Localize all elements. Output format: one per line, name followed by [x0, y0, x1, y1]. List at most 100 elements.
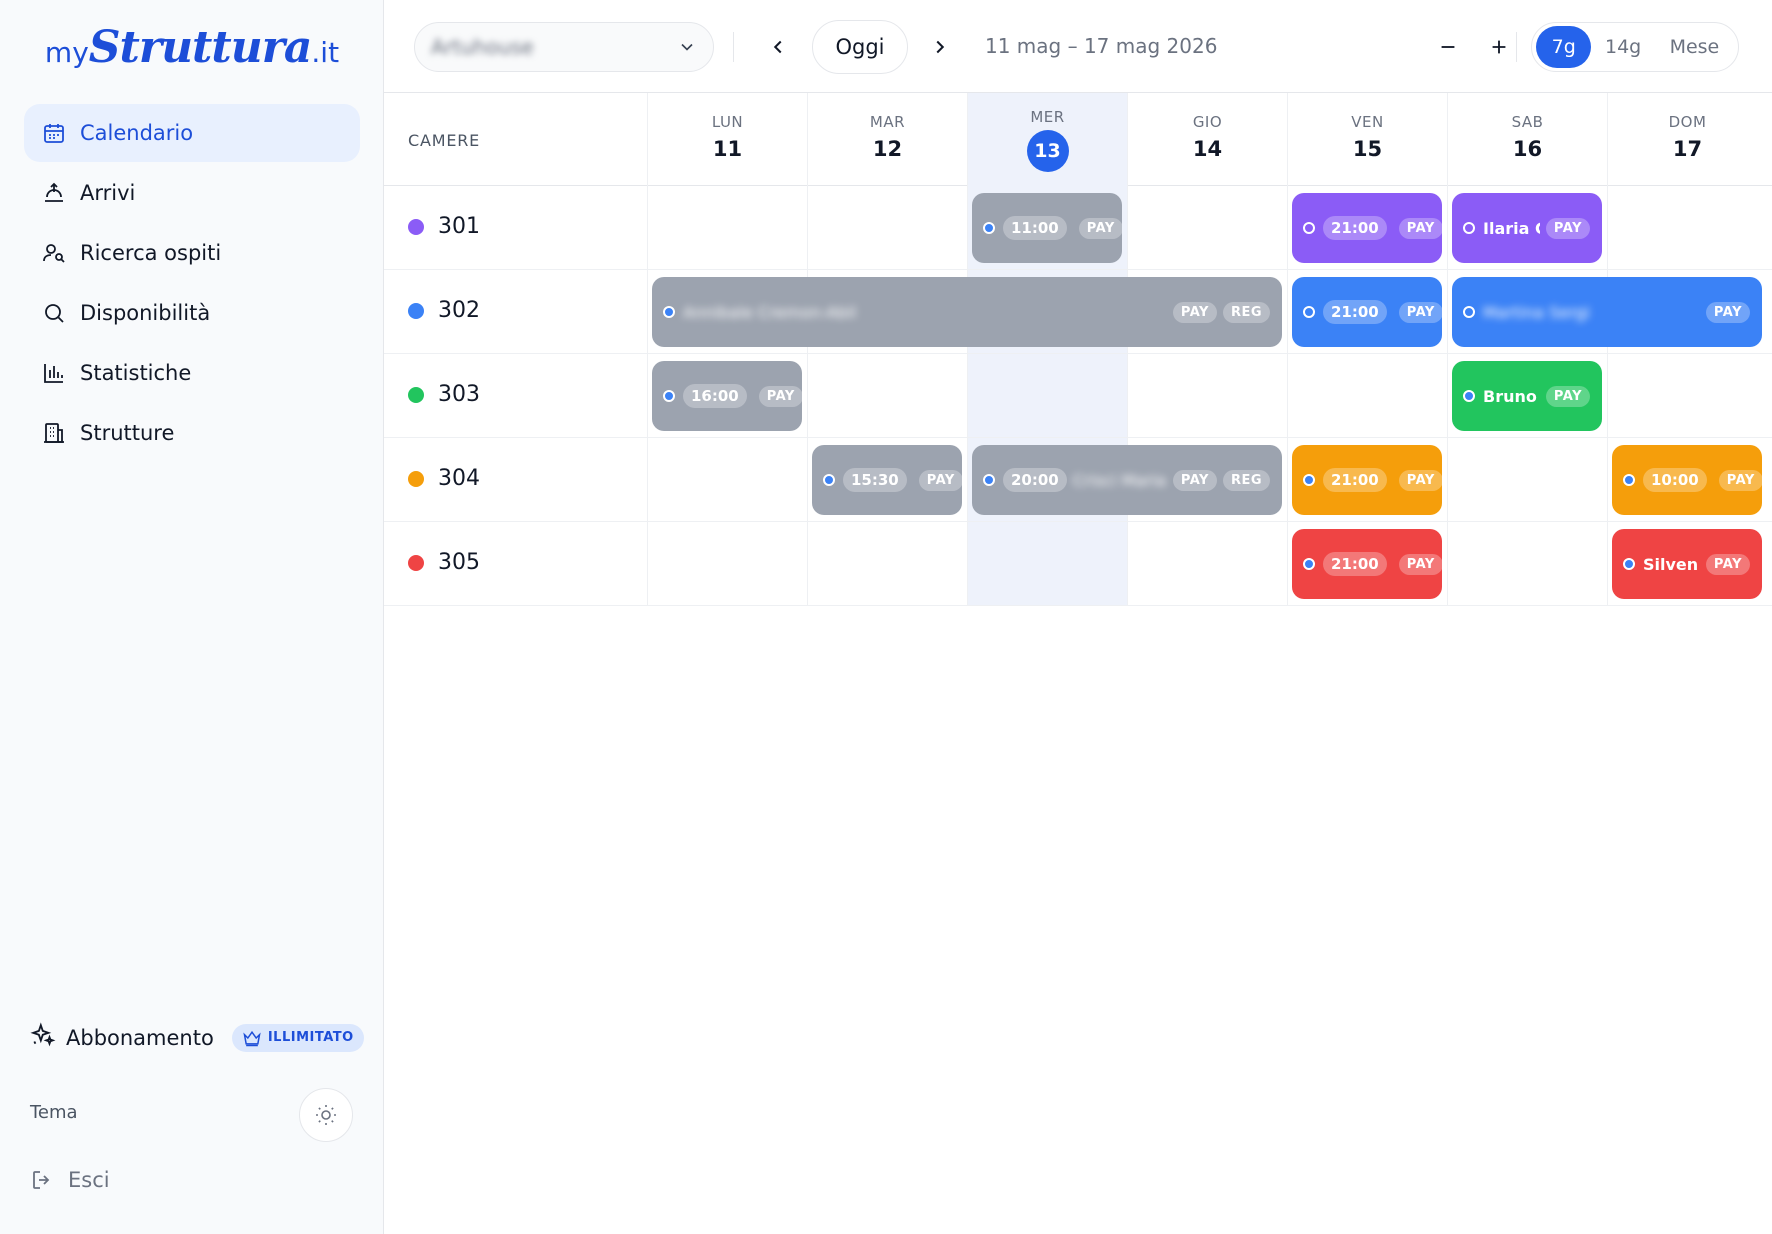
- day-header[interactable]: SAB 16: [1447, 93, 1607, 186]
- booking-block[interactable]: 21:00CPAY: [1292, 529, 1442, 599]
- booking-block[interactable]: Annibale Cremon-Abil PAY REG: [652, 277, 1282, 347]
- sidebar-item-arrivi[interactable]: Arrivi: [24, 164, 360, 222]
- booking-tag: PAY: [758, 385, 802, 407]
- sidebar-item-statistiche[interactable]: Statistiche: [24, 344, 360, 402]
- sidebar-item-ricerca-ospiti[interactable]: Ricerca ospiti: [24, 224, 360, 282]
- room-color-dot: [408, 554, 424, 571]
- subscription-link[interactable]: Abbonamento ILLIMITATO: [30, 1022, 364, 1053]
- logout-button[interactable]: Esci: [30, 1168, 110, 1192]
- booking-tags: PAY: [1393, 301, 1442, 323]
- property-select[interactable]: Artuhouse: [414, 22, 714, 72]
- sidebar-item-disponibilita[interactable]: Disponibilità: [24, 284, 360, 342]
- booking-time: 11:00: [1003, 216, 1067, 240]
- room-label[interactable]: 304: [408, 466, 480, 491]
- sidebar-item-calendario[interactable]: Calendario: [24, 104, 360, 162]
- sidebar-item-label: Ricerca ospiti: [80, 241, 222, 265]
- status-dot-icon: [1303, 558, 1315, 570]
- room-row: 305: [384, 522, 1772, 606]
- booking-block[interactable]: 16:00 PAYR: [652, 361, 802, 431]
- theme-toggle-button[interactable]: [299, 1088, 353, 1142]
- booking-block[interactable]: 10:00VPAY: [1612, 445, 1762, 515]
- booking-block[interactable]: Martina Sergi PAY: [1452, 277, 1762, 347]
- app-logo[interactable]: myStruttura.it: [0, 22, 384, 73]
- room-color-dot: [408, 218, 424, 235]
- booking-tag: PAY: [1398, 301, 1442, 323]
- booking-block[interactable]: Silven ...PAY: [1612, 529, 1762, 599]
- booking-tags: PAY: [1700, 301, 1762, 323]
- day-of-week: SAB: [1511, 113, 1544, 131]
- booking-tags: PAY: [1393, 469, 1442, 491]
- booking-block[interactable]: Ilaria C...PAY: [1452, 193, 1602, 263]
- subscription-label: Abbonamento: [66, 1025, 214, 1050]
- logo-prefix: my: [44, 36, 89, 69]
- logo-suffix: .it: [311, 36, 340, 69]
- booking-block[interactable]: 21:00CPAY: [1292, 277, 1442, 347]
- room-label[interactable]: 303: [408, 382, 480, 407]
- calendar-header: CAMERE LUN 11 MAR 12 MER 13 GIO 14 VEN 15 SAB 16 DOM…: [384, 93, 1772, 186]
- status-dot-icon: [983, 474, 995, 486]
- booking-tags: PAY: [1393, 217, 1442, 239]
- booking-time: 15:30: [843, 468, 907, 492]
- chevron-left-icon: [773, 40, 782, 54]
- day-header[interactable]: MAR 12: [807, 93, 967, 186]
- calendar-icon: [42, 121, 66, 145]
- room-label[interactable]: 301: [408, 214, 480, 239]
- sidebar-item-label: Disponibilità: [80, 301, 211, 325]
- booking-block[interactable]: 15:30 PAYR: [812, 445, 962, 515]
- booking-block[interactable]: 20:00 Crisci Maria PAY REG: [972, 445, 1282, 515]
- view-option-14g[interactable]: 14g: [1591, 26, 1654, 68]
- room-label[interactable]: 305: [408, 550, 480, 575]
- booking-tag: PAY: [1718, 469, 1762, 491]
- status-dot-icon: [663, 306, 675, 318]
- booking-tag: PAY: [1398, 217, 1442, 239]
- sparkles-icon: [30, 1022, 56, 1053]
- room-color-dot: [408, 470, 424, 487]
- guest-name: Crisci Maria: [1072, 470, 1167, 490]
- date-range: 11 mag – 17 mag 2026: [985, 34, 1218, 58]
- day-number: 13: [1026, 130, 1069, 172]
- booking-tags: PAY: [1700, 553, 1762, 575]
- room-color-dot: [408, 302, 424, 319]
- guest-name: Martina Sergi: [1483, 302, 1590, 322]
- property-select-value: Artuhouse: [431, 35, 534, 59]
- guest-search-icon: [42, 241, 66, 265]
- today-button[interactable]: Oggi: [812, 20, 908, 74]
- arrivals-icon: [42, 181, 66, 205]
- booking-block[interactable]: 21:00CPAY: [1292, 193, 1442, 263]
- zoom-out-button[interactable]: [1429, 28, 1467, 66]
- rooms-column-header: CAMERE: [408, 131, 481, 150]
- next-week-button[interactable]: [921, 28, 959, 66]
- day-header[interactable]: DOM 17: [1607, 93, 1767, 186]
- booking-block[interactable]: 11:00MPAY: [972, 193, 1122, 263]
- booking-block[interactable]: 21:00CPAY: [1292, 445, 1442, 515]
- status-dot-icon: [1623, 474, 1635, 486]
- bar-chart-icon: [42, 361, 66, 385]
- status-dot-icon: [1463, 390, 1475, 402]
- booking-tag: PAY: [1398, 553, 1442, 575]
- toolbar: Artuhouse Oggi 11 mag – 17 mag 2026 7g 1…: [384, 0, 1772, 93]
- sidebar-item-strutture[interactable]: Strutture: [24, 404, 360, 462]
- day-header[interactable]: MER 13: [967, 93, 1127, 186]
- logo-brand: Struttura: [88, 22, 313, 73]
- booking-tag: REG: [1222, 469, 1270, 491]
- day-number: 17: [1672, 137, 1703, 161]
- day-header[interactable]: VEN 15: [1287, 93, 1447, 186]
- zoom-in-button[interactable]: [1480, 28, 1518, 66]
- sun-icon: [316, 1105, 336, 1125]
- status-dot-icon: [983, 222, 995, 234]
- room-label[interactable]: 302: [408, 298, 480, 323]
- day-of-week: MER: [1030, 108, 1065, 126]
- booking-tag: PAY: [1705, 301, 1750, 323]
- room-name: 303: [438, 382, 480, 407]
- sidebar-item-label: Statistiche: [80, 361, 192, 385]
- day-header[interactable]: LUN 11: [647, 93, 807, 186]
- sidebar-nav: Calendario Arrivi Ricerca ospiti Disponi…: [24, 104, 360, 464]
- view-option-mese[interactable]: Mese: [1655, 26, 1734, 68]
- day-of-week: MAR: [869, 113, 906, 131]
- guest-name: Bruno ...: [1483, 386, 1540, 406]
- view-option-7g[interactable]: 7g: [1536, 26, 1592, 68]
- booking-block[interactable]: Bruno ...PAY: [1452, 361, 1602, 431]
- guest-name: Ilaria C...: [1483, 218, 1540, 238]
- previous-week-button[interactable]: [759, 28, 797, 66]
- day-header[interactable]: GIO 14: [1127, 93, 1287, 186]
